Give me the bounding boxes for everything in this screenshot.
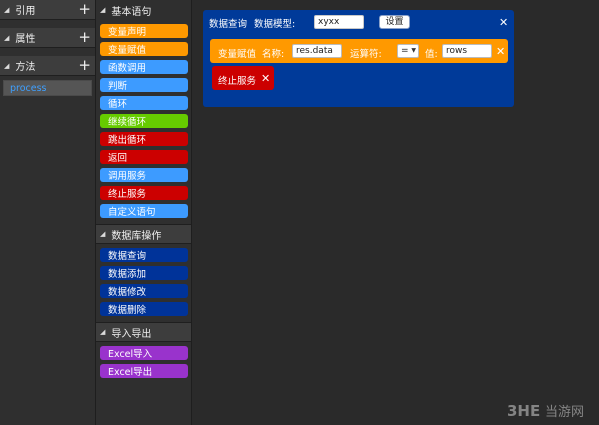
palette-block-function-call[interactable]: 函数调用 — [100, 60, 188, 74]
svg-text:3HE: 3HE — [507, 402, 540, 419]
close-icon[interactable]: ✕ — [261, 73, 270, 84]
svg-text:当游网: 当游网 — [545, 405, 584, 419]
block-palette: ◢ 基本语句 变量声明 变量赋值 函数调用 判断 循环 继续循环 跳出循环 返回… — [96, 0, 192, 425]
section-title: 属性 — [15, 34, 36, 45]
section-header-methods[interactable]: ◢ 方法 + — [0, 56, 95, 76]
palette-group-basic: 变量声明 变量赋值 函数调用 判断 循环 继续循环 跳出循环 返回 调用服务 终… — [96, 24, 191, 218]
palette-block-stop-service[interactable]: 终止服务 — [100, 186, 188, 200]
palette-block-var-declare[interactable]: 变量声明 — [100, 24, 188, 38]
palette-group-title: 导入导出 — [111, 328, 152, 340]
watermark-logo-icon: 3HE 当游网 — [507, 402, 584, 419]
section-title: 引用 — [15, 6, 36, 17]
section-header-references[interactable]: ◢ 引用 + — [0, 0, 95, 20]
workspace-canvas[interactable]: 数据查询 数据模型: xyxx 设置 ✕ 变量赋值 名称: res.data 运… — [192, 0, 599, 425]
palette-block-var-assign[interactable]: 变量赋值 — [100, 42, 188, 56]
collapse-triangle-icon[interactable]: ◢ — [100, 328, 105, 336]
canvas-block-db-query[interactable]: 数据查询 数据模型: xyxx 设置 ✕ 变量赋值 名称: res.data 运… — [203, 10, 514, 107]
add-reference-icon[interactable]: + — [78, 1, 91, 17]
canvas-block-var-assign[interactable]: 变量赋值 名称: res.data 运算符: = ▼ 值: rows ✕ — [210, 39, 508, 63]
name-input[interactable]: res.data — [292, 44, 342, 58]
structure-panel: ◢ 引用 + ◢ 属性 + ◢ 方法 + process — [0, 0, 96, 425]
add-method-icon[interactable]: + — [78, 57, 91, 73]
palette-block-continue[interactable]: 继续循环 — [100, 114, 188, 128]
palette-block-db-query[interactable]: 数据查询 — [100, 248, 188, 262]
canvas-block-stop-service[interactable]: 终止服务 ✕ — [212, 66, 274, 90]
settings-button[interactable]: 设置 — [379, 15, 410, 29]
palette-group-header-basic[interactable]: ◢ 基本语句 — [96, 0, 191, 20]
stop-block-title: 终止服务 — [218, 76, 257, 87]
palette-block-call-service[interactable]: 调用服务 — [100, 168, 188, 182]
add-property-icon[interactable]: + — [78, 29, 91, 45]
palette-block-db-update[interactable]: 数据修改 — [100, 284, 188, 298]
palette-group-database: 数据查询 数据添加 数据修改 数据删除 — [96, 248, 191, 316]
palette-block-excel-import[interactable]: Excel导入 — [100, 346, 188, 360]
collapse-triangle-icon[interactable]: ◢ — [4, 62, 9, 70]
section-title: 方法 — [15, 62, 36, 73]
close-icon[interactable]: ✕ — [496, 46, 505, 57]
palette-group-header-import-export[interactable]: ◢ 导入导出 — [96, 322, 191, 342]
palette-block-return[interactable]: 返回 — [100, 150, 188, 164]
value-input[interactable]: rows — [442, 44, 492, 58]
query-block-title: 数据查询 — [209, 19, 248, 30]
operator-select[interactable]: = ▼ — [397, 44, 419, 58]
chevron-down-icon: ▼ — [411, 47, 416, 54]
section-header-properties[interactable]: ◢ 属性 + — [0, 28, 95, 48]
palette-group-title: 数据库操作 — [111, 230, 162, 242]
model-input[interactable]: xyxx — [314, 15, 364, 29]
collapse-triangle-icon[interactable]: ◢ — [4, 34, 9, 42]
palette-block-custom[interactable]: 自定义语句 — [100, 204, 188, 218]
model-label: 数据模型: — [254, 19, 296, 30]
name-label: 名称: — [262, 49, 285, 60]
palette-block-db-delete[interactable]: 数据删除 — [100, 302, 188, 316]
palette-block-loop[interactable]: 循环 — [100, 96, 188, 110]
operator-label: 运算符: — [350, 49, 382, 60]
palette-group-import-export: Excel导入 Excel导出 — [96, 346, 191, 378]
palette-block-excel-export[interactable]: Excel导出 — [100, 364, 188, 378]
collapse-triangle-icon[interactable]: ◢ — [100, 6, 105, 14]
value-label: 值: — [425, 49, 438, 60]
collapse-triangle-icon[interactable]: ◢ — [100, 230, 105, 238]
close-icon[interactable]: ✕ — [499, 17, 508, 28]
query-block-header: 数据查询 数据模型: xyxx 设置 ✕ — [203, 10, 514, 34]
palette-group-header-database[interactable]: ◢ 数据库操作 — [96, 224, 191, 244]
method-item-process[interactable]: process — [3, 80, 92, 96]
palette-block-db-insert[interactable]: 数据添加 — [100, 266, 188, 280]
palette-block-break[interactable]: 跳出循环 — [100, 132, 188, 146]
watermark-logo: 3HE 当游网 — [507, 401, 591, 419]
assign-block-title: 变量赋值 — [218, 49, 257, 60]
collapse-triangle-icon[interactable]: ◢ — [4, 6, 9, 14]
palette-group-title: 基本语句 — [111, 6, 152, 18]
operator-value: = — [401, 46, 409, 56]
palette-block-if[interactable]: 判断 — [100, 78, 188, 92]
